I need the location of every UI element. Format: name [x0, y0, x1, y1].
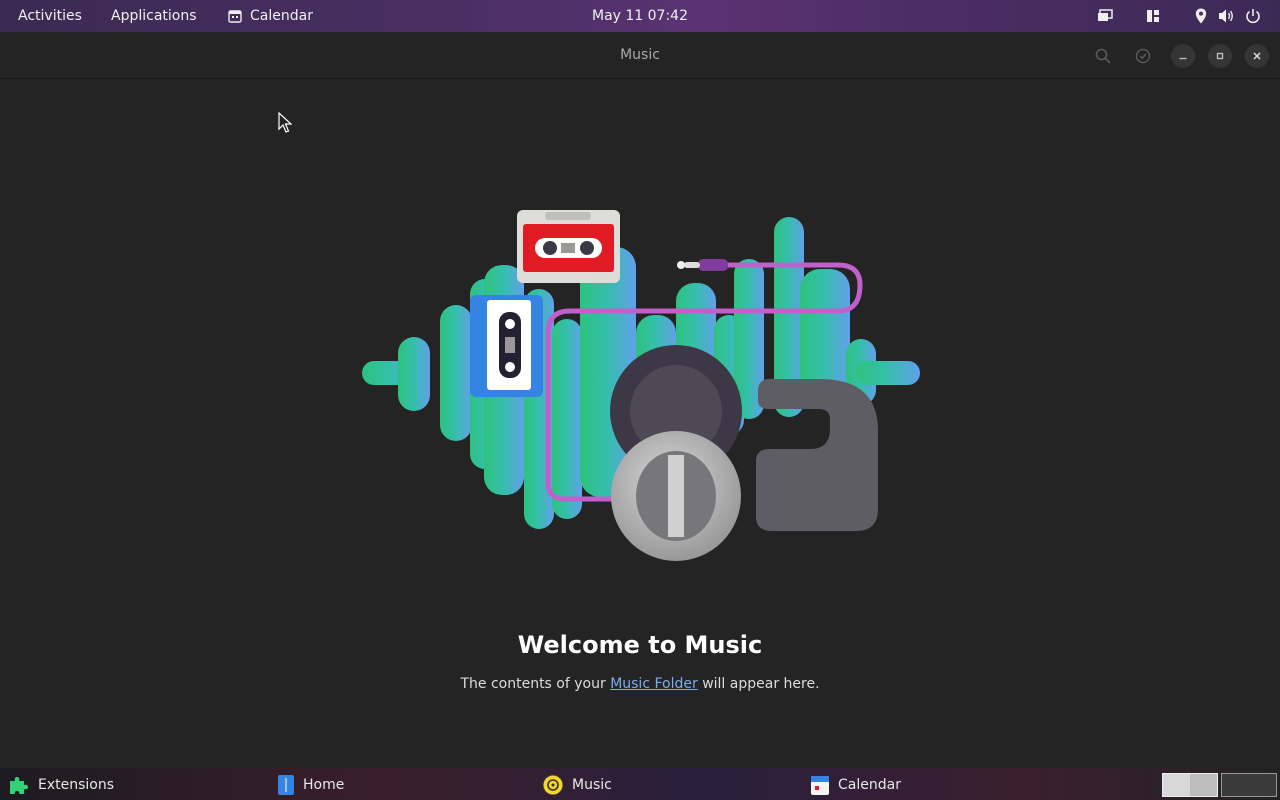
location-icon[interactable] — [1188, 0, 1214, 32]
system-tray — [1092, 0, 1266, 32]
close-button[interactable] — [1245, 44, 1269, 68]
music-icon — [542, 774, 564, 795]
taskbar-label-extensions: Extensions — [38, 776, 115, 793]
taskbar-item-calendar[interactable]: Calendar — [810, 768, 901, 800]
calendar-app-label: Calendar — [250, 8, 313, 24]
calendar-small-icon — [228, 10, 242, 23]
maximize-button[interactable] — [1208, 44, 1232, 68]
activities-button[interactable]: Activities — [18, 0, 82, 32]
minimize-button[interactable] — [1171, 44, 1195, 68]
minimize-icon — [1179, 57, 1187, 60]
display-icon[interactable] — [1092, 0, 1118, 32]
calendar-icon — [811, 775, 829, 795]
welcome-sub-after: will appear here. — [697, 676, 820, 692]
layout-icon[interactable] — [1140, 0, 1166, 32]
files-icon — [278, 774, 294, 795]
search-icon — [1095, 48, 1111, 64]
clock[interactable]: May 11 07:42 — [592, 8, 688, 24]
select-button[interactable] — [1131, 44, 1155, 68]
taskbar: Extensions Home Music Calendar — [0, 767, 1280, 800]
mouse-cursor-icon — [278, 112, 292, 133]
taskbar-item-music[interactable]: Music — [542, 768, 612, 800]
maximize-icon — [1216, 52, 1224, 60]
workspace-2[interactable] — [1221, 773, 1277, 797]
music-illustration — [362, 210, 920, 561]
taskbar-item-extensions[interactable]: Extensions — [8, 768, 114, 800]
close-icon — [1253, 52, 1261, 60]
top-bar: Activities Applications Calendar May 11 … — [0, 0, 1280, 32]
taskbar-label-music: Music — [572, 776, 612, 793]
taskbar-label-calendar: Calendar — [838, 776, 901, 793]
search-button[interactable] — [1091, 44, 1115, 68]
applications-menu[interactable]: Applications — [111, 0, 197, 32]
welcome-sub-before: The contents of your — [460, 676, 611, 692]
music-folder-link[interactable]: Music Folder — [610, 676, 698, 692]
taskbar-item-home[interactable]: Home — [277, 768, 344, 800]
taskbar-label-home: Home — [303, 776, 345, 793]
workspace-1[interactable] — [1162, 773, 1218, 797]
welcome-subtitle: The contents of your Music Folder will a… — [0, 676, 1280, 692]
select-icon — [1135, 48, 1151, 64]
puzzle-icon — [10, 776, 28, 794]
calendar-app-menu[interactable]: Calendar — [228, 0, 313, 32]
welcome-title: Welcome to Music — [517, 631, 763, 659]
activities-label: Activities — [18, 8, 82, 24]
window-header: Music — [0, 32, 1280, 79]
applications-label: Applications — [111, 8, 197, 24]
window-title: Music — [620, 47, 660, 63]
power-icon[interactable] — [1240, 0, 1266, 32]
music-empty-state: Welcome to Music The contents of your Mu… — [0, 79, 1280, 767]
volume-icon[interactable] — [1214, 0, 1240, 32]
